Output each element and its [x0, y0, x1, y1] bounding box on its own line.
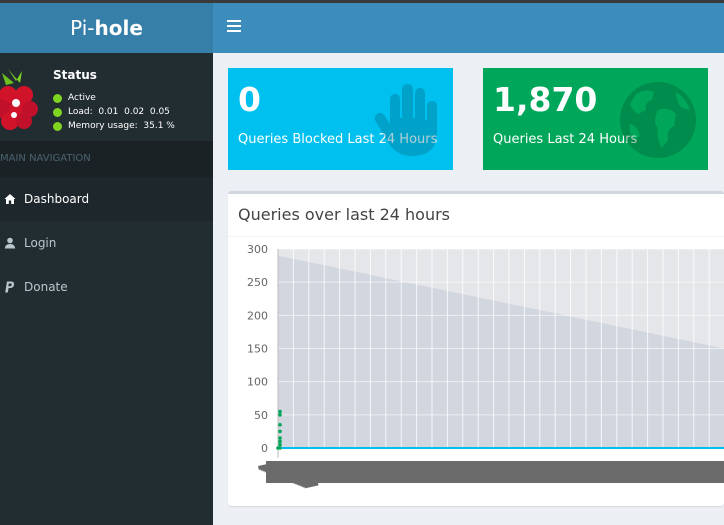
y-tick-label: 150 — [247, 343, 268, 356]
series-total-point — [278, 409, 282, 414]
queries-blocked-box: 0 Queries Blocked Last 24 Hours — [228, 68, 453, 170]
status-memory: Memory usage: 35.1 % — [53, 121, 175, 131]
series-total-point — [278, 436, 282, 440]
queries-total-value: 1,870 — [493, 80, 598, 119]
globe-icon — [620, 82, 696, 158]
series-total-point — [278, 442, 282, 447]
hand-icon — [374, 84, 437, 156]
status-active-label: Active — [68, 93, 96, 103]
series-total-point — [278, 422, 282, 427]
series-total-point — [278, 429, 282, 434]
series-total-point — [278, 413, 282, 417]
app-logo[interactable]: Pi-hole — [0, 3, 213, 53]
sidebar-item-label: Dashboard — [24, 192, 90, 206]
status-load: Load: 0.01 0.02 0.05 — [53, 107, 170, 117]
status-memory-label: Memory usage: 35.1 % — [68, 121, 175, 131]
sidebar-item-donate[interactable]: Donate — [0, 265, 213, 309]
queries-line-chart[interactable]: 0 50 100 150 200 250 300 — [228, 237, 724, 506]
status-dot-icon — [53, 93, 62, 103]
y-tick-label: 50 — [254, 409, 268, 422]
sidebar-item-label: Donate — [24, 280, 68, 294]
queries-blocked-value: 0 — [238, 80, 261, 119]
y-tick-label: 250 — [247, 276, 268, 289]
sidebar-item-label: Login — [24, 236, 57, 250]
y-tick-label: 0 — [261, 442, 268, 455]
series-total-point — [276, 446, 280, 450]
logo-bold: hole — [94, 16, 143, 40]
logo-prefix: Pi- — [70, 16, 95, 40]
y-tick-label: 100 — [247, 376, 268, 389]
series-total-point — [278, 439, 282, 444]
bars-icon[interactable] — [227, 20, 241, 34]
x-tick-labels — [266, 461, 724, 483]
raspberry-pi-logo-icon — [0, 69, 38, 130]
sidebar: Status Active Load: 0.01 0.02 0.05 Memor… — [0, 53, 213, 525]
sidebar-item-dashboard[interactable]: Dashboard — [0, 177, 213, 221]
chart-title: Queries over last 24 hours — [238, 205, 451, 224]
nav-header: MAIN NAVIGATION — [0, 141, 213, 177]
status-dot-icon — [53, 121, 62, 131]
status-title: Status — [53, 68, 97, 82]
queries-total-label: Queries Last 24 Hours — [493, 132, 638, 147]
status-dot-icon — [53, 107, 62, 117]
user-icon — [2, 235, 18, 251]
y-tick-label: 300 — [247, 243, 268, 256]
paypal-icon — [2, 279, 18, 295]
sidebar-item-login[interactable]: Login — [0, 221, 213, 265]
queries-chart-box: Queries over last 24 hours 0 50 100 150 200 2… — [228, 191, 724, 506]
status-active: Active — [53, 93, 96, 103]
home-icon — [2, 191, 18, 207]
status-load-label: Load: 0.01 0.02 0.05 — [68, 107, 170, 117]
y-tick-label: 200 — [247, 309, 268, 322]
status-panel: Status Active Load: 0.01 0.02 0.05 Memor… — [0, 53, 213, 141]
top-navbar — [213, 3, 724, 53]
queries-total-box: 1,870 Queries Last 24 Hours — [483, 68, 708, 170]
